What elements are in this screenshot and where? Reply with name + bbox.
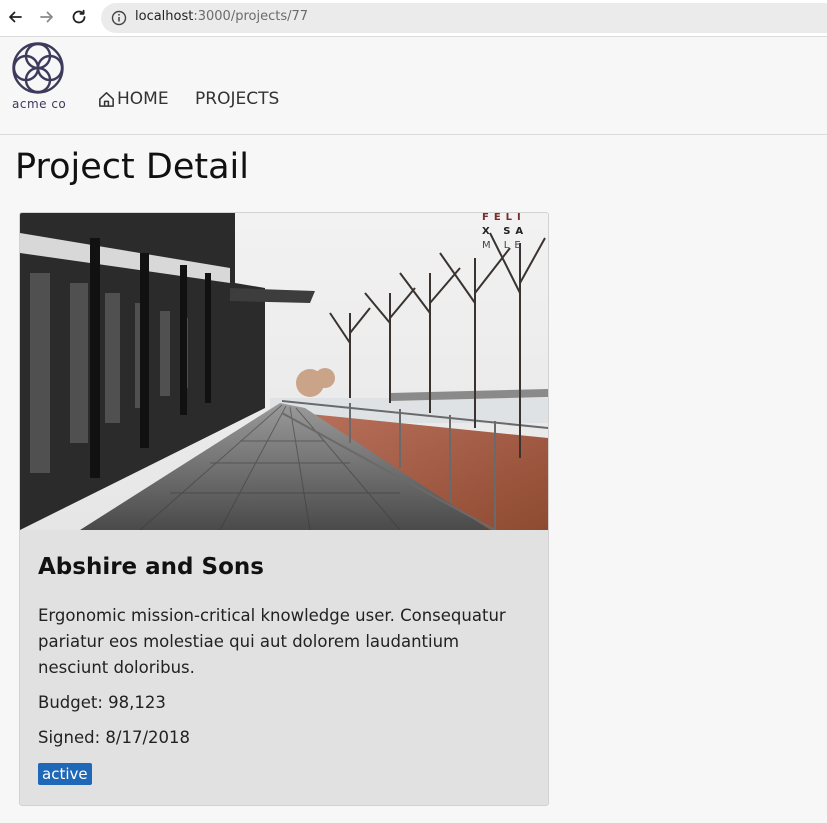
nav-projects-link[interactable]: PROJECTS [195, 89, 279, 109]
reload-button[interactable] [68, 6, 90, 28]
home-icon [99, 91, 114, 107]
watermark-line-3: M LE [482, 240, 526, 251]
nav-projects-label: PROJECTS [195, 89, 280, 109]
project-name: Abshire and Sons [38, 554, 264, 580]
reload-icon [72, 9, 86, 24]
status-badge: active [38, 763, 92, 785]
nav-home-label: HOME [117, 89, 169, 109]
arrow-left-icon [9, 11, 22, 23]
logo[interactable]: acme co [10, 39, 66, 115]
url-host: localhost [135, 9, 194, 24]
address-bar[interactable]: localhost:3000/projects/77 [101, 3, 827, 33]
back-button[interactable] [4, 6, 26, 28]
nav-home-link[interactable]: HOME [97, 89, 169, 109]
url-path: :3000/projects/77 [193, 9, 309, 24]
project-image: FELI X SA M LE [20, 213, 548, 530]
url-text: localhost:3000/projects/77 [135, 9, 308, 24]
project-description: Ergonomic mission-critical knowledge use… [38, 606, 506, 677]
watermark-line-1: FELI [482, 213, 526, 223]
logo-text: acme co [12, 97, 67, 111]
forward-button[interactable] [36, 6, 58, 28]
arrow-right-icon [40, 11, 53, 23]
browser-toolbar: localhost:3000/projects/77 [0, 0, 827, 37]
page-title: Project Detail [15, 147, 249, 187]
project-budget: Budget: 98,123 [38, 693, 166, 712]
info-icon[interactable] [111, 10, 127, 26]
watermark-line-2: X SA [482, 226, 528, 237]
project-card: FELI X SA M LE Abshire and Sons Ergonomi… [19, 212, 549, 806]
app-header: acme co HOME PROJECTS [0, 37, 827, 135]
project-signed-date: Signed: 8/17/2018 [38, 728, 191, 747]
logo-mark-icon [12, 42, 64, 94]
